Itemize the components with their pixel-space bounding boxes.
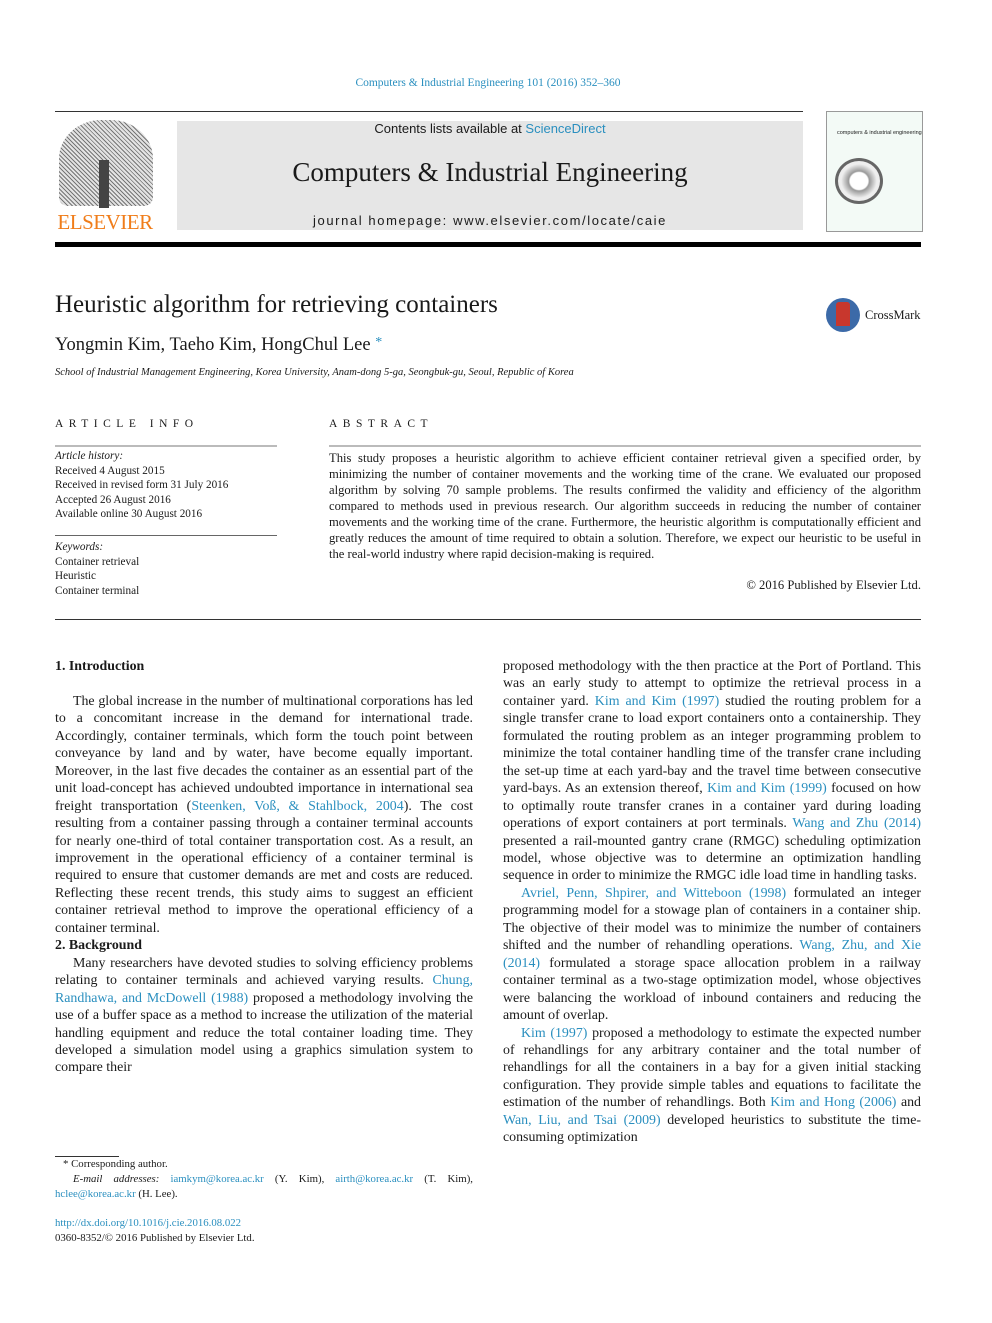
- article-history: Article history: Received 4 August 2015 …: [55, 449, 228, 522]
- tree-trunk: [99, 160, 109, 208]
- history-revised: Received in revised form 31 July 2016: [55, 479, 229, 491]
- history-online: Available online 30 August 2016: [55, 508, 203, 520]
- history-received: Received 4 August 2015: [55, 464, 165, 477]
- keyword: Container retrieval: [55, 555, 140, 568]
- body-paragraph: Kim (1997) proposed a methodology to est…: [503, 1025, 921, 1147]
- divider: [55, 619, 921, 620]
- history-accepted: Accepted 26 August 2016: [55, 493, 171, 506]
- email-line: E-mail addresses: iamkym@korea.ac.kr (Y.…: [55, 1172, 473, 1202]
- sciencedirect-link[interactable]: ScienceDirect: [525, 121, 605, 136]
- author-list: Yongmin Kim, Taeho Kim, HongChul Lee *: [55, 335, 382, 356]
- journal-citation-link[interactable]: Computers & Industrial Engineering 101 (…: [0, 77, 976, 89]
- text-run: presented a rail-mounted gantry crane (R…: [503, 833, 921, 884]
- email-link[interactable]: hclee@korea.ac.kr: [55, 1188, 136, 1200]
- keywords-label: Keywords:: [55, 541, 104, 553]
- text-run: ). The cost resulting from a container p…: [55, 798, 474, 936]
- corresponding-author-note: * Corresponding author.: [63, 1158, 168, 1170]
- keyword: Container terminal: [55, 584, 140, 597]
- abstract-heading: ABSTRACT: [329, 418, 434, 430]
- citation-link[interactable]: Kim (1997): [521, 1026, 587, 1041]
- divider: [55, 535, 277, 536]
- citation-link[interactable]: Wang and Zhu (2014): [792, 816, 921, 831]
- citation-link[interactable]: Kim and Kim (1997): [595, 694, 719, 709]
- footnote: * Corresponding author. E-mail addresses…: [55, 1157, 473, 1202]
- doi-block: http://dx.doi.org/10.1016/j.cie.2016.08.…: [55, 1216, 255, 1246]
- paper-page: Computers & Industrial Engineering 101 (…: [0, 0, 992, 1323]
- cover-ie-logo-icon: [835, 158, 883, 204]
- journal-cover-thumbnail: computers & industrial engineering: [826, 111, 923, 232]
- history-label: Article history:: [55, 450, 124, 462]
- email-owner: (T. Kim),: [413, 1173, 473, 1185]
- affiliation: School of Industrial Management Engineer…: [55, 367, 574, 378]
- section-heading: 1. Introduction: [55, 659, 145, 674]
- contents-line: Contents lists available at ScienceDirec…: [177, 121, 803, 136]
- crossmark-icon: [826, 298, 860, 332]
- body-paragraph: Many researchers have devoted studies to…: [55, 955, 473, 1077]
- body-paragraph: The global increase in the number of mul…: [55, 693, 473, 937]
- citation-link[interactable]: Wan, Liu, and Tsai (2009): [503, 1113, 661, 1128]
- issn-line: 0360-8352/© 2016 Published by Elsevier L…: [55, 1232, 255, 1244]
- email-owner: (H. Lee).: [135, 1188, 178, 1200]
- header-thick-rule: [55, 242, 921, 247]
- divider: [55, 445, 277, 447]
- body-paragraph: proposed methodology with the then pract…: [503, 658, 921, 885]
- text-run: The global increase in the number of mul…: [55, 693, 473, 814]
- body-column-left: 1. Introduction The global increase in th…: [55, 658, 473, 1077]
- citation-link[interactable]: Kim and Kim (1999): [707, 781, 827, 796]
- crossmark-label: CrossMark: [865, 308, 921, 322]
- citation-link[interactable]: Kim and Hong (2006): [770, 1095, 896, 1110]
- citation-link[interactable]: Steenken, Voß, & Stahlbock, 2004: [191, 799, 403, 814]
- corresponding-author-mark[interactable]: *: [375, 335, 382, 350]
- elsevier-logo: ELSEVIER: [55, 120, 155, 234]
- email-label: E-mail addresses:: [73, 1173, 160, 1185]
- email-owner: (Y. Kim),: [263, 1173, 336, 1185]
- journal-homepage[interactable]: journal homepage: www.elsevier.com/locat…: [177, 213, 803, 228]
- email-link[interactable]: airth@korea.ac.kr: [335, 1173, 413, 1185]
- contents-prefix: Contents lists available at: [374, 121, 526, 136]
- text-run: and: [896, 1095, 922, 1111]
- abstract-copyright: © 2016 Published by Elsevier Ltd.: [746, 578, 921, 592]
- keywords: Keywords: Container retrieval Heuristic …: [55, 540, 139, 598]
- header-rule: [55, 111, 803, 112]
- journal-title: Computers & Industrial Engineering: [292, 157, 688, 187]
- journal-banner: Contents lists available at ScienceDirec…: [177, 121, 803, 230]
- cover-title: computers & industrial engineering: [837, 130, 922, 136]
- body-paragraph: Avriel, Penn, Shpirer, and Witteboon (19…: [503, 885, 921, 1025]
- abstract-text: This study proposes a heuristic algorith…: [329, 451, 921, 561]
- article-title: Heuristic algorithm for retrieving conta…: [55, 291, 498, 318]
- body-column-right: proposed methodology with the then pract…: [503, 658, 921, 1147]
- keyword: Heuristic: [55, 570, 97, 582]
- elsevier-wordmark: ELSEVIER: [57, 210, 153, 234]
- divider: [329, 445, 921, 447]
- article-info-heading: ARTICLE INFO: [55, 418, 199, 430]
- authors: Yongmin Kim, Taeho Kim, HongChul Lee: [55, 335, 371, 355]
- citation-link[interactable]: Avriel, Penn, Shpirer, and Witteboon (19…: [521, 886, 786, 901]
- doi-link[interactable]: http://dx.doi.org/10.1016/j.cie.2016.08.…: [55, 1217, 241, 1229]
- email-link[interactable]: iamkym@korea.ac.kr: [170, 1173, 263, 1185]
- text-run: Many researchers have devoted studies to…: [55, 955, 473, 989]
- text-run: formulated a storage space allocation pr…: [503, 955, 921, 1024]
- section-heading: 2. Background: [55, 938, 142, 954]
